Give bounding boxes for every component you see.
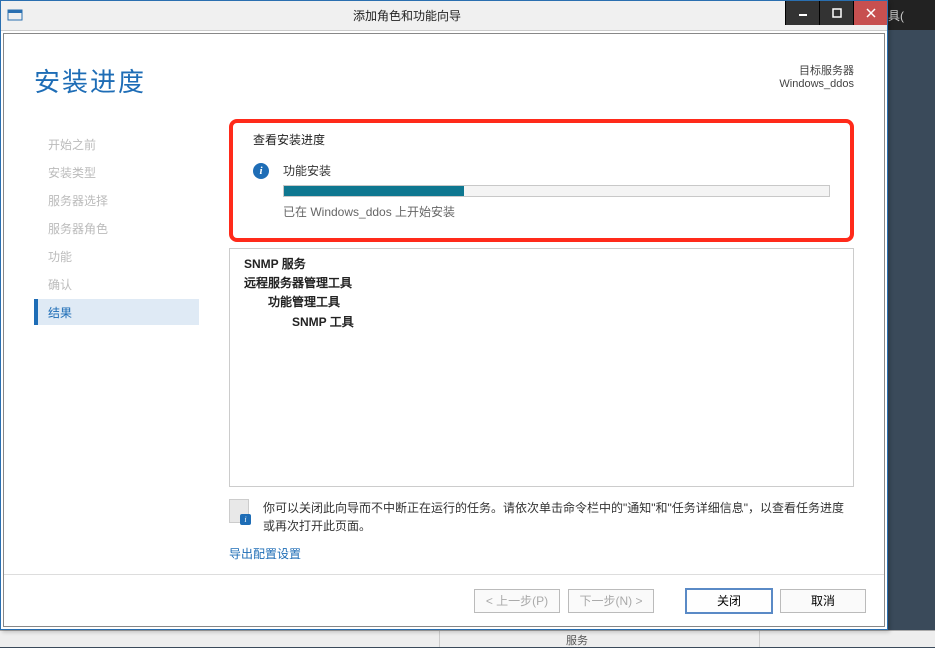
dialog-body: 安装进度 目标服务器 Windows_ddos 开始之前安装类型服务器选择服务器… bbox=[3, 33, 885, 627]
next-button[interactable]: 下一步(N) > bbox=[568, 589, 654, 613]
target-server-label: 目标服务器 bbox=[779, 62, 854, 78]
note-text: 你可以关闭此向导而不中断正在运行的任务。请依次单击命令栏中的"通知"和"任务详细… bbox=[263, 499, 854, 535]
titlebar: 添加角色和功能向导 bbox=[1, 1, 887, 31]
progress-bar-fill bbox=[284, 186, 464, 196]
progress-section-label: 查看安装进度 bbox=[253, 131, 830, 148]
button-row: < 上一步(P) 下一步(N) > 关闭 取消 bbox=[4, 574, 884, 626]
feature-line-0: SNMP 服务 bbox=[244, 255, 839, 274]
main-pane: 查看安装进度 i 功能安装 已在 Windows_ddos 上开始安装 SNMP… bbox=[199, 113, 884, 574]
sidebar-item-0: 开始之前 bbox=[34, 131, 199, 157]
target-server-name: Windows_ddos bbox=[779, 78, 854, 90]
install-status-title: 功能安装 bbox=[283, 162, 331, 179]
background-status-strip: 服务 bbox=[0, 630, 935, 647]
titlebar-title: 添加角色和功能向导 bbox=[29, 7, 785, 24]
bg-col-2: 服务 bbox=[560, 631, 760, 647]
close-wizard-button[interactable]: 关闭 bbox=[686, 589, 772, 613]
sidebar-item-6: 结果 bbox=[34, 299, 199, 325]
feature-line-3: SNMP 工具 bbox=[244, 313, 839, 332]
titlebar-app-icon bbox=[7, 8, 23, 24]
progress-bar bbox=[283, 185, 830, 197]
sidebar-item-1: 安装类型 bbox=[34, 159, 199, 185]
page-title: 安装进度 bbox=[34, 62, 146, 99]
minimize-button[interactable] bbox=[785, 1, 819, 25]
progress-highlight-box: 查看安装进度 i 功能安装 已在 Windows_ddos 上开始安装 bbox=[229, 119, 854, 242]
feature-line-1: 远程服务器管理工具 bbox=[244, 274, 839, 293]
sidebar-item-5: 确认 bbox=[34, 271, 199, 297]
export-config-link[interactable]: 导出配置设置 bbox=[229, 545, 854, 562]
target-server-box: 目标服务器 Windows_ddos bbox=[779, 62, 854, 90]
note-info-icon bbox=[229, 499, 249, 523]
wizard-sidebar: 开始之前安装类型服务器选择服务器角色功能确认结果 bbox=[34, 113, 199, 574]
sidebar-item-2: 服务器选择 bbox=[34, 187, 199, 213]
cancel-button[interactable]: 取消 bbox=[780, 589, 866, 613]
info-icon: i bbox=[253, 163, 269, 179]
maximize-button[interactable] bbox=[819, 1, 853, 25]
features-list: SNMP 服务远程服务器管理工具功能管理工具SNMP 工具 bbox=[229, 248, 854, 487]
bg-col-1 bbox=[240, 631, 440, 647]
note-row: 你可以关闭此向导而不中断正在运行的任务。请依次单击命令栏中的"通知"和"任务详细… bbox=[229, 487, 854, 539]
progress-status-text: 已在 Windows_ddos 上开始安装 bbox=[283, 203, 830, 220]
feature-line-2: 功能管理工具 bbox=[244, 293, 839, 312]
sidebar-item-3: 服务器角色 bbox=[34, 215, 199, 241]
previous-button[interactable]: < 上一步(P) bbox=[474, 589, 560, 613]
close-button[interactable] bbox=[853, 1, 887, 25]
wizard-dialog: 添加角色和功能向导 安装进度 目标服务器 Windows_ddos 开始之前安装… bbox=[0, 0, 888, 630]
header-row: 安装进度 目标服务器 Windows_ddos bbox=[4, 34, 884, 113]
sidebar-item-4: 功能 bbox=[34, 243, 199, 269]
window-buttons bbox=[785, 1, 887, 30]
